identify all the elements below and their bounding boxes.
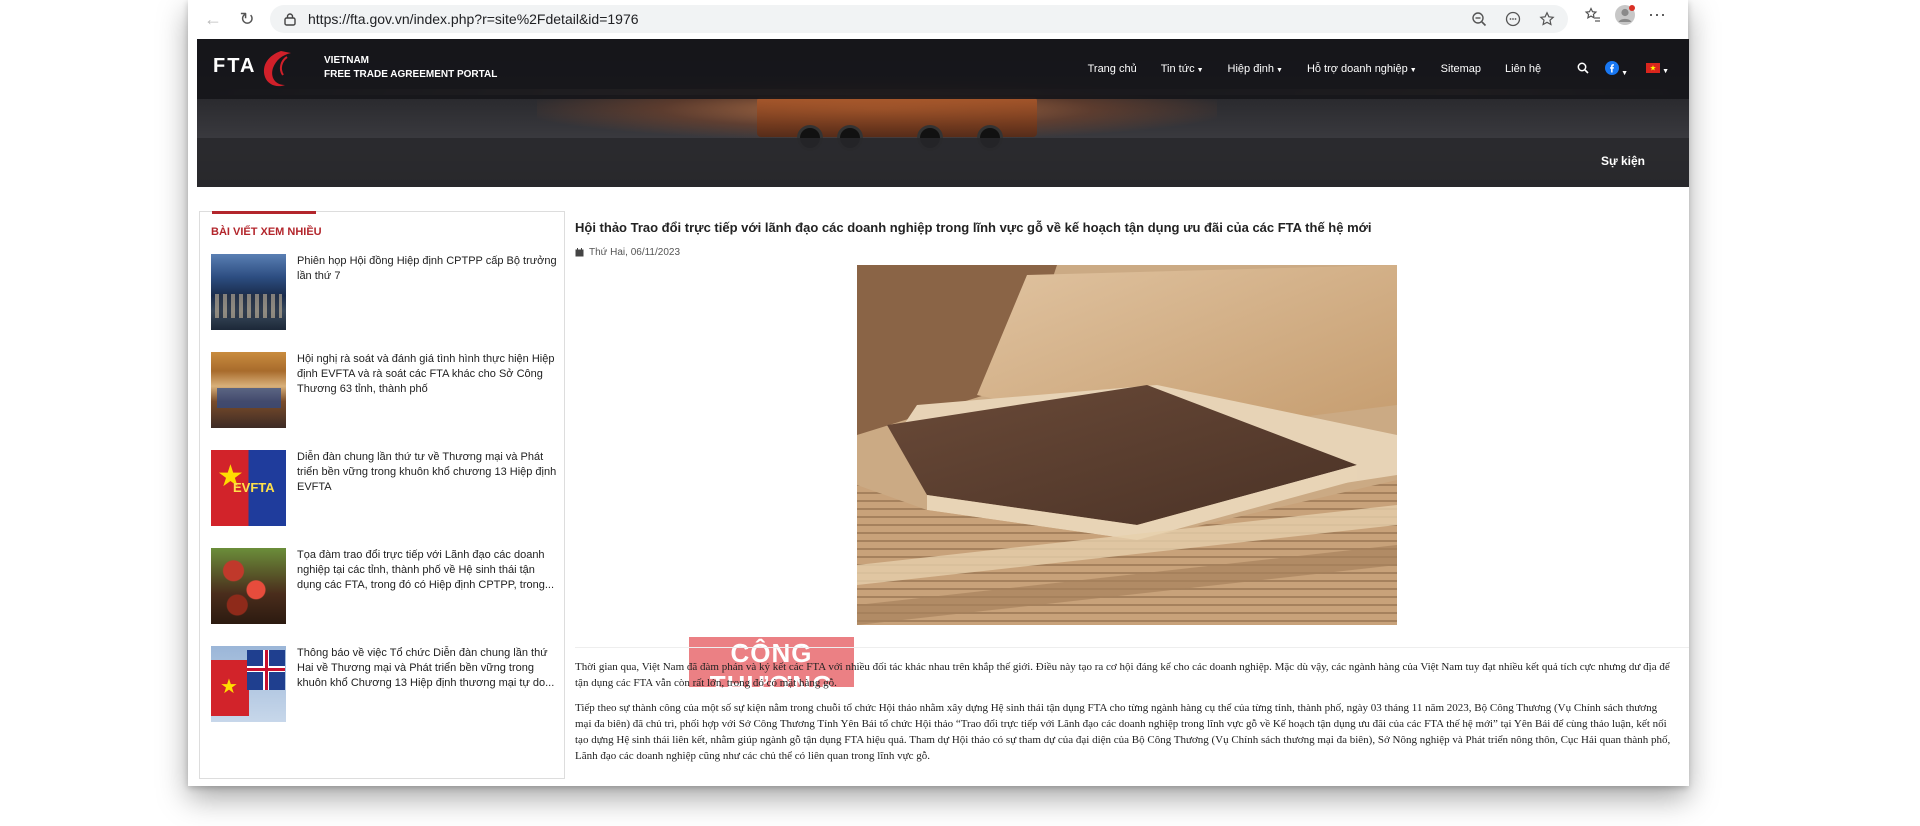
breadcrumb-events[interactable]: Sự kiện: [1601, 154, 1645, 168]
nav-label: Tin tức: [1160, 63, 1195, 75]
address-bar[interactable]: https://fta.gov.vn/index.php?r=site%2Fde…: [270, 5, 1568, 33]
reading-mode-icon[interactable]: [1502, 8, 1524, 30]
sidebar-item-title[interactable]: Phiên họp Hội đồng Hiệp định CPTPP cấp B…: [297, 254, 559, 284]
more-menu-icon[interactable]: ⋯: [1646, 4, 1668, 26]
reload-icon[interactable]: ↻: [232, 4, 262, 34]
article-title: Hội thảo Trao đổi trực tiếp với lãnh đạo…: [575, 220, 1372, 235]
nav-label: Liên hệ: [1505, 63, 1542, 75]
star-icon: ★: [220, 676, 238, 698]
hero-band: [197, 138, 1689, 187]
nav-sitemap[interactable]: Sitemap: [1441, 63, 1481, 75]
article-paragraph: Thời gian qua, Việt Nam đã đàm phán và k…: [575, 661, 1670, 689]
article-date-text: Thứ Hai, 06/11/2023: [589, 247, 681, 258]
logo-swoosh-icon: [263, 51, 291, 87]
article-date: Thứ Hai, 06/11/2023: [575, 247, 680, 258]
sidebar-item-title[interactable]: Hội nghị rà soát và đánh giá tình hình t…: [297, 352, 559, 397]
nav-business-support[interactable]: Hỗ trợ doanh nghiệp ▼: [1307, 63, 1417, 75]
sidebar-item-title[interactable]: Tọa đàm trao đổi trực tiếp với Lãnh đạo …: [297, 548, 559, 593]
divider: [575, 647, 1689, 648]
portal-line1: VIETNAM: [324, 55, 369, 66]
sidebar-item[interactable]: ★ Thông báo về việc Tổ chức Diễn đàn chu…: [211, 646, 556, 722]
sidebar-heading-accent: [212, 211, 316, 214]
sidebar-thumbnail[interactable]: ★ EVFTA: [211, 450, 286, 526]
favorites-icon[interactable]: [1582, 4, 1604, 26]
url-text: https://fta.gov.vn/index.php?r=site%2Fde…: [308, 11, 639, 27]
portal-name: VIETNAM FREE TRADE AGREEMENT PORTAL: [324, 54, 497, 82]
popular-posts-sidebar: BÀI VIẾT XEM NHIỀU Phiên họp Hội đồng Hi…: [199, 211, 565, 779]
sidebar-thumbnail[interactable]: [211, 352, 286, 428]
portal-line2: FREE TRADE AGREEMENT PORTAL: [324, 69, 498, 80]
caret-down-icon: ▼: [1621, 69, 1629, 77]
caret-down-icon: ▼: [1409, 67, 1417, 74]
site-info-icon[interactable]: [282, 11, 298, 27]
web-page: Sự kiện FTA VIETNAM FREE TRADE AGREEMENT…: [197, 39, 1689, 786]
sidebar-thumbnail[interactable]: ★: [211, 646, 286, 722]
nav-agreements[interactable]: Hiệp định ▼: [1228, 63, 1283, 75]
nav-label: Trang chủ: [1087, 63, 1137, 75]
nav-news[interactable]: Tin tức ▼: [1161, 63, 1204, 75]
article-content: Hội thảo Trao đổi trực tiếp với lãnh đạo…: [575, 211, 1689, 786]
browser-window: ← ↻ https://fta.gov.vn/index.php?r=site%…: [188, 0, 1689, 786]
sidebar-item[interactable]: Hội nghị rà soát và đánh giá tình hình t…: [211, 352, 556, 428]
caret-down-icon: ▼: [1662, 67, 1669, 75]
nav-label: Hiệp định: [1227, 63, 1274, 75]
browser-toolbar: ← ↻ https://fta.gov.vn/index.php?r=site%…: [188, 0, 1688, 38]
sidebar-thumbnail[interactable]: [211, 254, 286, 330]
nav-home[interactable]: Trang chủ: [1088, 63, 1137, 75]
favorite-star-icon[interactable]: [1536, 8, 1558, 30]
wood-panels-image: [857, 265, 1397, 625]
nav-label: Sitemap: [1440, 63, 1482, 75]
sidebar-heading: BÀI VIẾT XEM NHIỀU: [211, 226, 322, 238]
profile-avatar-icon[interactable]: [1614, 4, 1636, 26]
sidebar-thumbnail[interactable]: [211, 548, 286, 624]
sidebar-item-title[interactable]: Thông báo về việc Tổ chức Diễn đàn chung…: [297, 646, 559, 691]
nav-contact[interactable]: Liên hệ: [1505, 63, 1541, 75]
hero-banner: Sự kiện FTA VIETNAM FREE TRADE AGREEMENT…: [197, 39, 1689, 187]
facebook-icon[interactable]: ▼: [1605, 60, 1629, 78]
back-icon[interactable]: ←: [198, 4, 228, 34]
sidebar-item[interactable]: ★ EVFTA Diễn đàn chung lần thứ tư về Thư…: [211, 450, 556, 526]
zoom-out-icon[interactable]: [1468, 8, 1490, 30]
main-menu: Trang chủ Tin tức ▼ Hiệp định ▼ Hỗ trợ doa…: [1088, 39, 1689, 99]
calendar-icon: [575, 248, 584, 257]
site-logo[interactable]: FTA: [213, 55, 256, 78]
sidebar-item-title[interactable]: Diễn đàn chung lần thứ tư về Thương mại …: [297, 450, 559, 495]
sidebar-item[interactable]: Tọa đàm trao đổi trực tiếp với Lãnh đạo …: [211, 548, 556, 624]
sidebar-item[interactable]: Phiên họp Hội đồng Hiệp định CPTPP cấp B…: [211, 254, 559, 330]
article-paragraph: Tiếp theo sự thành công của một số sự ki…: [575, 702, 1671, 762]
search-icon[interactable]: [1577, 62, 1589, 77]
thumb-label: EVFTA: [233, 480, 275, 495]
article-image: [857, 265, 1397, 625]
nav-label: Hỗ trợ doanh nghiệp: [1306, 63, 1408, 75]
caret-down-icon: ▼: [1276, 67, 1283, 74]
site-navbar: FTA VIETNAM FREE TRADE AGREEMENT PORTAL …: [197, 39, 1689, 99]
caret-down-icon: ▼: [1196, 67, 1204, 74]
language-flag-icon[interactable]: ▼: [1646, 62, 1669, 76]
